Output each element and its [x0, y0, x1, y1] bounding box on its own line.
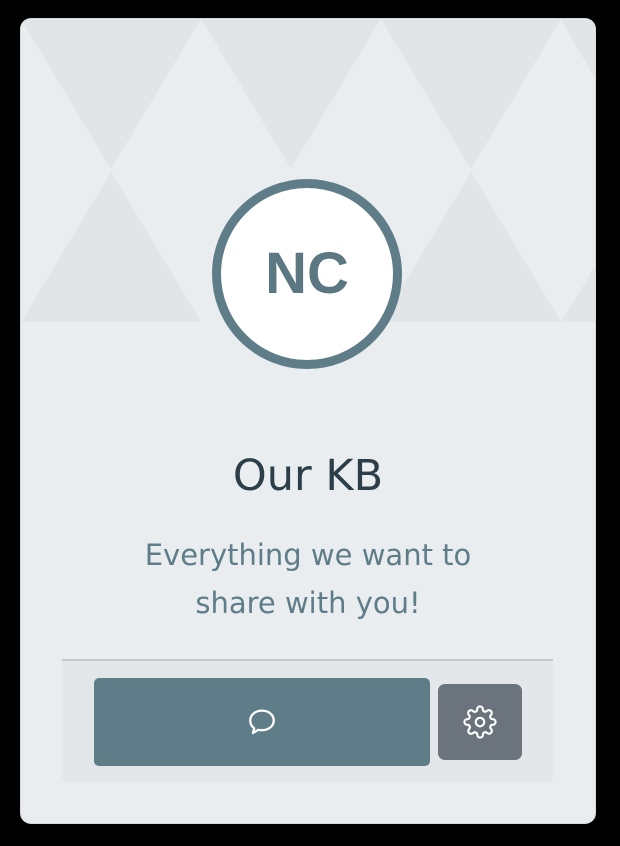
card-actions	[62, 659, 553, 782]
chat-bubble-icon	[245, 705, 279, 739]
settings-button[interactable]	[438, 684, 522, 760]
kb-card: NC Our KB Everything we want to share wi…	[21, 19, 595, 823]
card-title: Our KB	[232, 451, 384, 501]
avatar: NC	[212, 179, 402, 369]
gear-icon	[463, 705, 497, 739]
card-subtitle: Everything we want to share with you!	[108, 531, 508, 627]
chat-button[interactable]	[94, 678, 430, 766]
card-subtitle-line-2: share with you!	[195, 586, 421, 620]
avatar-initials: NC	[265, 241, 349, 306]
card-subtitle-line-1: Everything we want to	[144, 538, 472, 572]
